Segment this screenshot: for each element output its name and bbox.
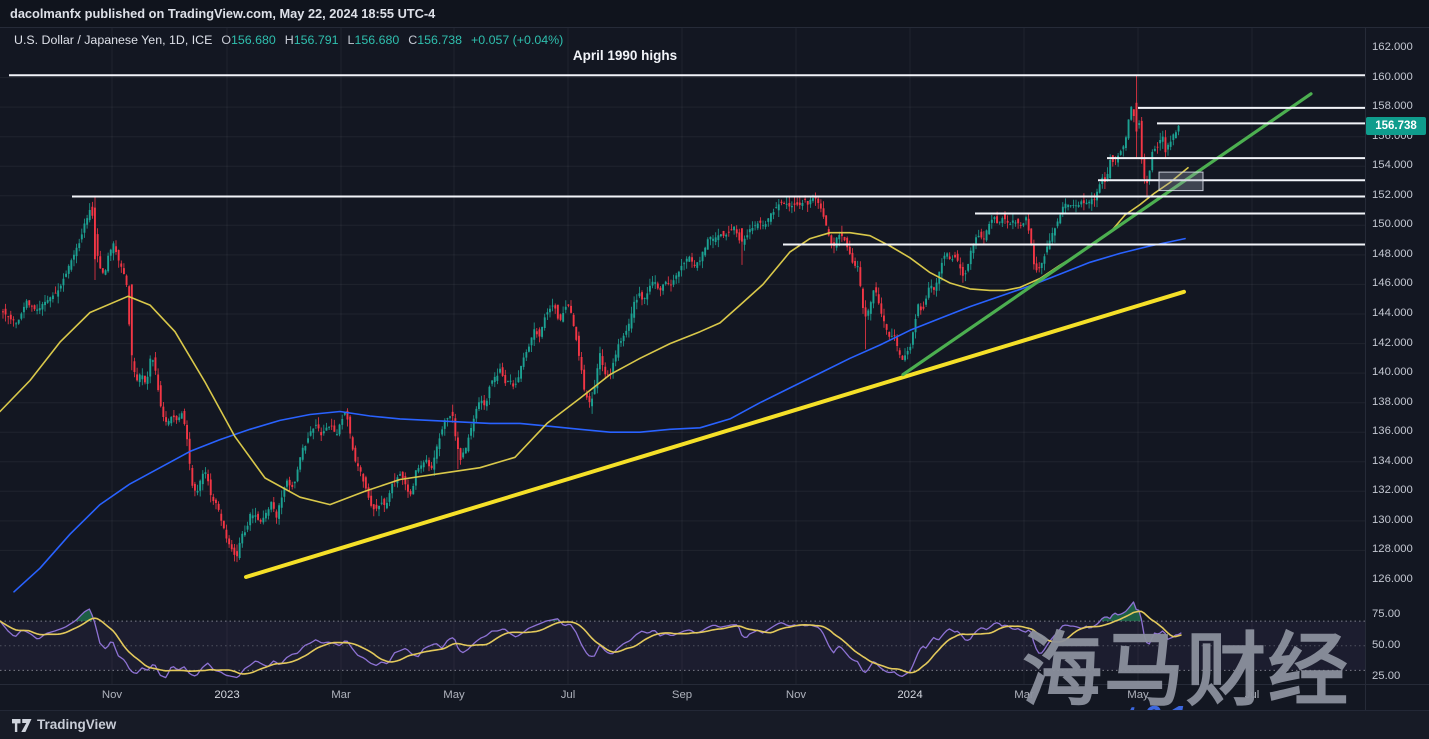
time-tick: May bbox=[443, 689, 465, 701]
ohlc-values: O156.680H156.791L156.680C156.738 bbox=[212, 33, 462, 47]
price-tick: 128.000 bbox=[1372, 543, 1413, 555]
rsi-tick: 50.00 bbox=[1372, 639, 1400, 651]
ohlc-value: 156.680 bbox=[231, 33, 276, 47]
publish-bar: dacolmanfx published on TradingView.com,… bbox=[0, 0, 1429, 28]
price-tick: 162.000 bbox=[1372, 41, 1413, 53]
price-tick: 142.000 bbox=[1372, 337, 1413, 349]
last-price-label: 156.738 bbox=[1366, 117, 1426, 135]
tradingview-logo-icon[interactable] bbox=[11, 718, 33, 733]
price-tick: 150.000 bbox=[1372, 218, 1413, 230]
ohlc-value: 156.791 bbox=[294, 33, 339, 47]
annotation-april-1990-highs: April 1990 highs bbox=[540, 48, 710, 63]
price-tick: 158.000 bbox=[1372, 100, 1413, 112]
tradingview-chart-snapshot: dacolmanfx published on TradingView.com,… bbox=[0, 0, 1429, 739]
price-tick: 154.000 bbox=[1372, 159, 1413, 171]
ohlc-value: 156.680 bbox=[354, 33, 399, 47]
rsi-tick: 25.00 bbox=[1372, 670, 1400, 682]
time-tick: 2023 bbox=[214, 689, 239, 701]
price-tick: 160.000 bbox=[1372, 71, 1413, 83]
ohlc-value: 156.738 bbox=[417, 33, 462, 47]
price-tick: 144.000 bbox=[1372, 307, 1413, 319]
ohlc-label: O bbox=[221, 33, 231, 47]
time-tick: 2024 bbox=[897, 689, 922, 701]
price-tick: 136.000 bbox=[1372, 425, 1413, 437]
ohlc-label: C bbox=[408, 33, 417, 47]
price-tick: 138.000 bbox=[1372, 396, 1413, 408]
rsi-tick: 75.00 bbox=[1372, 608, 1400, 620]
symbol-title[interactable]: U.S. Dollar / Japanese Yen, 1D, ICE bbox=[14, 33, 212, 47]
ohlc-label: H bbox=[285, 33, 294, 47]
price-tick: 126.000 bbox=[1372, 573, 1413, 585]
price-axis-border bbox=[1365, 28, 1366, 710]
time-tick: Sep bbox=[672, 689, 692, 701]
time-tick: Jul bbox=[561, 689, 576, 701]
tradingview-brand[interactable]: TradingView bbox=[37, 717, 116, 732]
price-tick: 146.000 bbox=[1372, 277, 1413, 289]
price-tick: 132.000 bbox=[1372, 484, 1413, 496]
price-tick: 152.000 bbox=[1372, 189, 1413, 201]
change-value: +0.057 (+0.04%) bbox=[471, 33, 563, 47]
price-tick: 130.000 bbox=[1372, 514, 1413, 526]
time-tick: Mar bbox=[331, 689, 351, 701]
publish-text: dacolmanfx published on TradingView.com,… bbox=[10, 6, 435, 21]
time-tick: Nov bbox=[102, 689, 122, 701]
footer-bar: TradingView bbox=[0, 710, 1429, 739]
price-tick: 148.000 bbox=[1372, 248, 1413, 260]
price-tick: 140.000 bbox=[1372, 366, 1413, 378]
price-tick: 134.000 bbox=[1372, 455, 1413, 467]
symbol-legend[interactable]: U.S. Dollar / Japanese Yen, 1D, ICEO156.… bbox=[14, 33, 563, 47]
time-tick: Nov bbox=[786, 689, 806, 701]
